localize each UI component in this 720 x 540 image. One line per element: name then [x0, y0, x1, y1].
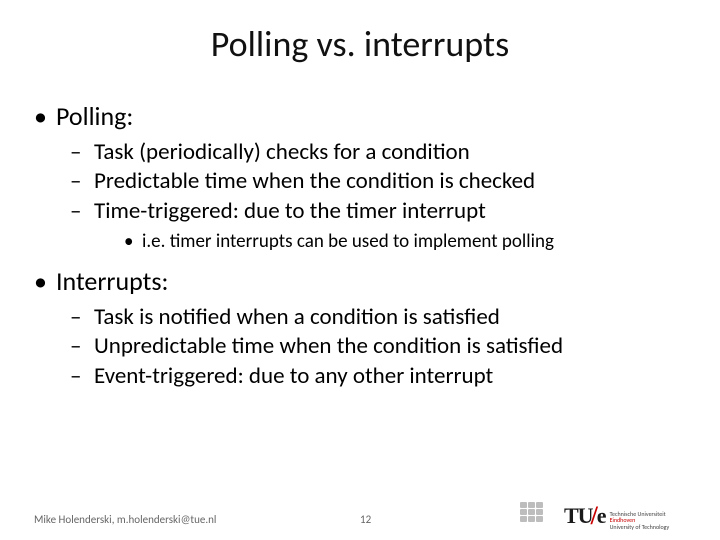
tue-text: Technische Universiteit Eindhoven Univer… — [610, 511, 670, 531]
bullet-item: Task is notified when a condition is sat… — [70, 303, 690, 332]
bullet-item: Predictable time when the condition is c… — [70, 167, 690, 196]
tue-mark-e: e — [597, 503, 606, 528]
slide-footer: Mike Holenderski, m.holenderski@tue.nl 1… — [34, 498, 690, 526]
bullet-item: Unpredictable time when the condition is… — [70, 332, 690, 361]
tue-mark-main: TU — [564, 503, 593, 528]
section-heading-polling: Polling: — [34, 100, 690, 132]
tue-line3: University of Technology — [610, 524, 670, 531]
slide-body: Polling: Task (periodically) checks for … — [34, 100, 690, 395]
sub-bullet-item: i.e. timer interrupts can be used to imp… — [124, 230, 690, 255]
san-logo-icon — [520, 502, 548, 526]
tue-mark-slash: / — [591, 501, 597, 530]
footer-logos: TU/e Technische Universiteit Eindhoven U… — [520, 496, 690, 530]
polling-bullets: Task (periodically) checks for a conditi… — [34, 138, 690, 226]
tue-mark-icon: TU/e — [564, 500, 606, 530]
footer-author: Mike Holenderski, m.holenderski@tue.nl — [34, 513, 216, 526]
slide-title: Polling vs. interrupts — [0, 22, 720, 66]
bullet-item: Event-triggered: due to any other interr… — [70, 362, 690, 391]
slide: Polling vs. interrupts Polling: Task (pe… — [0, 0, 720, 540]
bullet-item: Task (periodically) checks for a conditi… — [70, 138, 690, 167]
section-heading-interrupts: Interrupts: — [34, 265, 690, 297]
tue-logo: TU/e Technische Universiteit Eindhoven U… — [564, 500, 669, 530]
bullet-item: Time-triggered: due to the timer interru… — [70, 197, 690, 226]
page-number: 12 — [360, 513, 371, 526]
interrupts-bullets: Task is notified when a condition is sat… — [34, 303, 690, 391]
